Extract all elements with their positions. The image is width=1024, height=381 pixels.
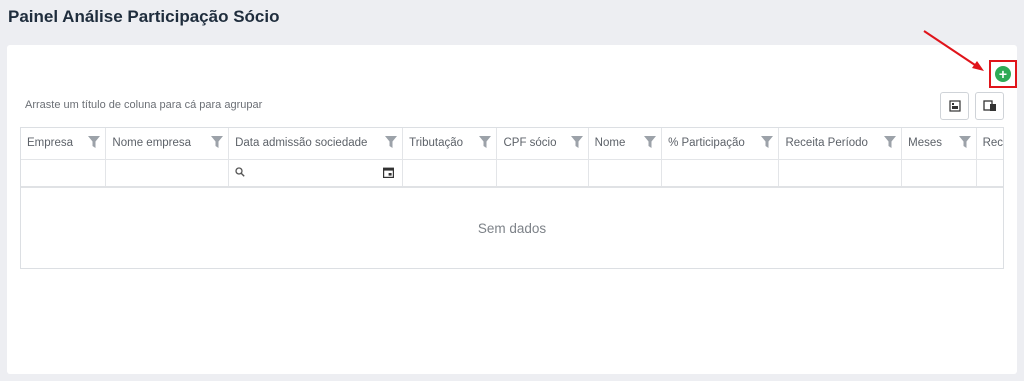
column-header-tributacao[interactable]: Tributação (402, 128, 498, 160)
filter-icon[interactable] (385, 136, 398, 148)
column-label: CPF sócio (503, 137, 557, 150)
filter-cell-participacao[interactable] (661, 159, 780, 188)
filter-cell-receita-prev[interactable] (976, 159, 1003, 188)
filter-cell-receita-periodo[interactable] (778, 159, 903, 188)
search-icon (235, 166, 245, 177)
column-label: Data admissão sociedade (235, 137, 368, 150)
filter-icon[interactable] (88, 136, 101, 148)
add-button[interactable]: + (995, 66, 1011, 82)
filter-cell-nome-empresa[interactable] (105, 159, 230, 188)
add-button-highlight: + (989, 60, 1017, 88)
header-row: Empresa Nome empresa Data admissão socie… (21, 128, 1004, 160)
column-label: Empresa (27, 137, 74, 150)
filter-cell-empresa[interactable] (21, 159, 107, 188)
filter-cell-data-admissao[interactable] (228, 159, 404, 188)
column-label: Nome (594, 137, 626, 150)
column-label: Receita Prev (982, 137, 1004, 150)
plus-circle-icon: + (998, 66, 1008, 82)
column-header-cpf-socio[interactable]: CPF sócio (496, 128, 589, 160)
column-label: % Participação (668, 137, 745, 150)
column-header-receita-periodo[interactable]: Receita Período (778, 128, 903, 160)
filter-cell-meses[interactable] (901, 159, 977, 188)
column-chooser-icon (982, 100, 996, 111)
page-title: Painel Análise Participação Sócio (8, 7, 280, 26)
filter-cell-nome[interactable] (588, 159, 663, 188)
column-header-nome-empresa[interactable]: Nome empresa (105, 128, 230, 160)
data-grid: Empresa Nome empresa Data admissão socie… (20, 127, 1004, 269)
filter-icon[interactable] (644, 136, 657, 148)
column-header-meses[interactable]: Meses (901, 128, 977, 160)
filter-icon[interactable] (479, 136, 492, 148)
group-panel-hint: Arraste um título de coluna para cá para… (25, 99, 263, 111)
filter-row (21, 159, 1003, 188)
export-excel-button[interactable] (940, 92, 969, 120)
filter-icon[interactable] (958, 136, 971, 148)
filter-cell-cpf-socio[interactable] (496, 159, 589, 188)
filter-icon[interactable] (884, 136, 897, 148)
column-header-data-admissao[interactable]: Data admissão sociedade (228, 128, 404, 160)
column-label: Tributação (409, 137, 464, 150)
column-label: Receita Período (785, 137, 868, 150)
column-header-participacao[interactable]: % Participação (661, 128, 780, 160)
column-header-empresa[interactable]: Empresa (21, 128, 107, 160)
export-excel-icon (948, 100, 961, 112)
filter-icon[interactable] (211, 136, 224, 148)
filter-icon[interactable] (761, 136, 774, 148)
column-header-nome[interactable]: Nome (588, 128, 663, 160)
column-label: Meses (908, 137, 943, 150)
calendar-icon[interactable] (383, 167, 395, 178)
filter-cell-tributacao[interactable] (402, 159, 498, 188)
filter-icon[interactable] (570, 136, 583, 148)
column-chooser-button[interactable] (975, 92, 1004, 120)
no-data-message: Sem dados (477, 221, 547, 236)
column-label: Nome empresa (112, 137, 192, 150)
column-header-receita-prev[interactable]: Receita Prev (976, 128, 1004, 160)
